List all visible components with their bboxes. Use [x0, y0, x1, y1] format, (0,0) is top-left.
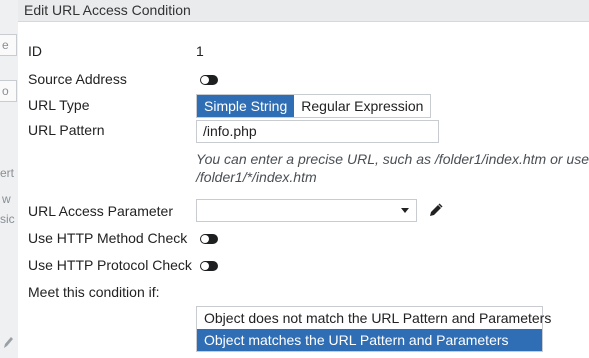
- background-text-fragment: sic: [0, 212, 15, 226]
- source-address-label: Source Address: [28, 71, 127, 87]
- http-method-check-toggle[interactable]: [200, 234, 218, 244]
- http-protocol-check-toggle[interactable]: [200, 261, 218, 271]
- background-panel: e o ert w sic: [0, 0, 19, 358]
- meet-condition-label: Meet this condition if:: [28, 284, 160, 300]
- background-text-fragment: ert: [0, 166, 15, 180]
- meet-condition-option-not-match[interactable]: Object does not match the URL Pattern an…: [197, 307, 551, 329]
- chevron-down-icon: [401, 208, 409, 213]
- id-value: 1: [196, 43, 204, 59]
- url-pattern-hint-line: /folder1/*/index.htm: [196, 169, 317, 185]
- pencil-icon: [4, 337, 13, 348]
- url-type-label: URL Type: [28, 97, 90, 113]
- url-type-simple-string-button[interactable]: Simple String: [197, 95, 295, 117]
- url-pattern-hint: You can enter a precise URL, such as /fo…: [196, 150, 589, 186]
- url-pattern-hint-line: You can enter a precise URL, such as /fo…: [196, 151, 589, 167]
- url-type-regular-expression-button[interactable]: Regular Expression: [294, 95, 431, 117]
- pencil-icon[interactable]: [429, 203, 443, 217]
- dialog-title: Edit URL Access Condition: [18, 0, 589, 22]
- source-address-toggle[interactable]: [200, 75, 218, 85]
- background-text-fragment: e: [2, 38, 9, 52]
- background-text-fragment: o: [2, 84, 9, 98]
- background-text-fragment: w: [2, 192, 11, 206]
- meet-condition-list: Object does not match the URL Pattern an…: [196, 306, 551, 352]
- url-access-parameter-label: URL Access Parameter: [28, 203, 173, 219]
- id-label: ID: [28, 43, 42, 59]
- url-type-segmented-control: Simple String Regular Expression: [196, 94, 432, 118]
- url-pattern-label: URL Pattern: [28, 122, 105, 138]
- meet-condition-option-match[interactable]: Object matches the URL Pattern and Param…: [197, 329, 542, 351]
- url-access-parameter-select[interactable]: [196, 199, 417, 222]
- edit-url-access-condition-dialog: Edit URL Access Condition ID 1 Source Ad…: [18, 0, 589, 358]
- http-protocol-check-label: Use HTTP Protocol Check: [28, 257, 192, 273]
- http-method-check-label: Use HTTP Method Check: [28, 230, 188, 246]
- url-pattern-input[interactable]: /info.php: [196, 120, 439, 143]
